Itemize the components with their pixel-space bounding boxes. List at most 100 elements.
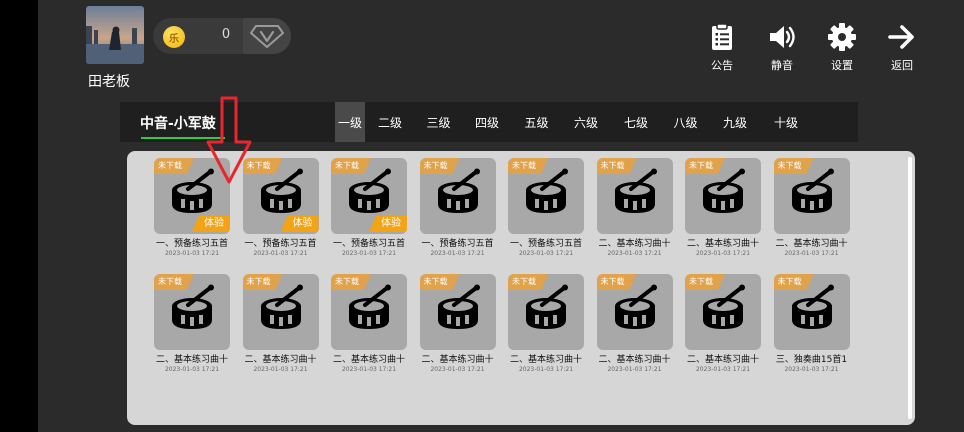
song-title: 二、基本练习曲十 bbox=[598, 239, 671, 249]
snare-drum-icon bbox=[703, 168, 745, 213]
song-title: 一、预备练习五首 bbox=[509, 239, 582, 249]
avatar-image bbox=[86, 6, 144, 64]
song-card[interactable]: 未下载 体验一、预备练习五首 2023-01-03 17:21 bbox=[329, 158, 409, 257]
action-label: 公告 bbox=[711, 59, 733, 72]
song-date: 2023-01-03 17:21 bbox=[784, 250, 839, 257]
scrollbar[interactable] bbox=[908, 157, 912, 419]
song-card[interactable]: 未下载 二、基本练习曲十 2023-01-03 17:21 bbox=[329, 274, 409, 373]
song-thumbnail[interactable]: 未下载 bbox=[419, 158, 496, 234]
level-tab[interactable]: 一级 bbox=[335, 102, 365, 142]
song-title: 二、基本练习曲十 bbox=[686, 355, 759, 365]
song-date: 2023-01-03 17:21 bbox=[518, 366, 574, 373]
action-label: 静音 bbox=[771, 59, 793, 72]
level-tab[interactable]: 十级 bbox=[760, 102, 812, 142]
category-title[interactable]: 中音-小军鼓 bbox=[140, 113, 216, 133]
snare-drum-icon bbox=[703, 284, 745, 329]
level-tab[interactable]: 七级 bbox=[611, 102, 661, 142]
wallet-pill[interactable]: 乐 0 bbox=[153, 18, 291, 54]
action-label: 设置 bbox=[831, 59, 853, 72]
song-thumbnail[interactable]: 未下载 bbox=[596, 274, 673, 350]
song-title: 二、基本练习曲十 bbox=[598, 355, 671, 365]
mute-button[interactable]: 静音 bbox=[752, 22, 812, 73]
song-card[interactable]: 未下载 一、预备练习五首 2023-01-03 17:21 bbox=[418, 158, 498, 257]
song-card[interactable]: 未下载二、基本练习曲十 2023-01-03 17:21 bbox=[241, 274, 321, 373]
category-underline bbox=[141, 137, 225, 139]
settings-button[interactable]: 设置 bbox=[812, 22, 872, 73]
song-card[interactable]: 未下载 二、基本练习曲十 2023-01-03 17:21 bbox=[152, 274, 232, 373]
song-title: 二、基本练习曲十 bbox=[421, 355, 494, 365]
arrow-right-icon bbox=[888, 25, 914, 49]
song-title: 二、基本练习曲十 bbox=[509, 355, 582, 365]
song-thumbnail[interactable]: 未下载 bbox=[596, 158, 673, 234]
coin-icon: 乐 bbox=[163, 26, 185, 48]
level-tab[interactable]: 三级 bbox=[415, 102, 462, 142]
song-title: 二、基本练习曲十 bbox=[686, 239, 759, 249]
song-thumbnail[interactable]: 未下载 bbox=[331, 274, 407, 350]
level-tab[interactable]: 五级 bbox=[512, 102, 561, 142]
action-label: 返回 bbox=[891, 59, 913, 72]
snare-drum-icon bbox=[526, 168, 568, 213]
song-date: 2023-01-03 17:21 bbox=[253, 250, 308, 257]
snare-drum-icon bbox=[526, 284, 568, 329]
song-card[interactable]: 未下载二、基本练习曲十 2023-01-03 17:21 bbox=[595, 274, 675, 373]
song-card[interactable]: 未下载三、独奏曲15首1 2023-01-03 17:21 bbox=[772, 274, 852, 373]
snare-drum-icon bbox=[614, 284, 657, 329]
snare-drum-icon bbox=[260, 284, 303, 329]
song-thumbnail[interactable]: 未下载 bbox=[685, 158, 761, 234]
gear-icon bbox=[828, 23, 856, 51]
song-card[interactable]: 未下载 二、基本练习曲十 2023-01-03 17:21 bbox=[418, 274, 498, 373]
vip-diamond-icon bbox=[250, 25, 284, 48]
level-tab[interactable]: 六级 bbox=[561, 102, 611, 142]
song-date: 2023-01-03 17:21 bbox=[253, 366, 308, 373]
song-thumbnail[interactable]: 未下载 体验 bbox=[331, 158, 407, 234]
song-card[interactable]: 未下载 体验一、预备练习五首 2023-01-03 17:21 bbox=[241, 158, 321, 257]
song-date: 2023-01-03 17:21 bbox=[341, 366, 397, 373]
song-date: 2023-01-03 17:21 bbox=[607, 366, 662, 373]
song-title: 二、基本练习曲十 bbox=[775, 239, 848, 249]
top-actions: 公告 静音 设置 返回 bbox=[692, 22, 932, 73]
speaker-icon bbox=[770, 26, 795, 48]
announcement-button[interactable]: 公告 bbox=[692, 22, 752, 73]
song-card[interactable]: 未下载二、基本练习曲十 2023-01-03 17:21 bbox=[506, 274, 586, 373]
song-date: 2023-01-03 17:21 bbox=[784, 366, 839, 373]
snare-drum-icon bbox=[260, 168, 303, 213]
username: 田老板 bbox=[88, 74, 130, 90]
song-title: 二、基本练习曲十 bbox=[244, 355, 317, 365]
back-button[interactable]: 返回 bbox=[872, 22, 932, 73]
song-card[interactable]: 未下载 二、基本练习曲十 2023-01-03 17:21 bbox=[683, 158, 763, 257]
song-thumbnail[interactable]: 未下载 bbox=[242, 274, 319, 350]
snare-drum-icon bbox=[437, 284, 480, 329]
song-card[interactable]: 未下载二、基本练习曲十 2023-01-03 17:21 bbox=[772, 158, 852, 257]
song-card[interactable]: 未下载 二、基本练习曲十 2023-01-03 17:21 bbox=[595, 158, 675, 257]
snare-drum-icon bbox=[437, 168, 480, 213]
song-date: 2023-01-03 17:21 bbox=[695, 366, 751, 373]
song-date: 2023-01-03 17:21 bbox=[341, 250, 397, 257]
song-card[interactable]: 未下载 体验 一、预备练习五首 2023-01-03 17:21 bbox=[152, 158, 232, 257]
song-thumbnail[interactable]: 未下载 bbox=[773, 158, 850, 234]
snare-drum-icon bbox=[349, 168, 391, 213]
level-tab[interactable]: 二级 bbox=[365, 102, 415, 142]
song-thumbnail[interactable]: 未下载 体验 bbox=[154, 158, 230, 234]
song-thumbnail[interactable]: 未下载 bbox=[419, 274, 496, 350]
song-thumbnail[interactable]: 未下载 bbox=[508, 274, 584, 350]
level-tab[interactable]: 四级 bbox=[462, 102, 512, 142]
level-tab-bar: 中音-小军鼓 一级 二级 三级 四级 五级 六级 七级 八级 九级 十级 bbox=[120, 102, 858, 142]
song-title: 三、独奏曲15首1 bbox=[775, 355, 848, 365]
song-card[interactable]: 未下载一、预备练习五首 2023-01-03 17:21 bbox=[506, 158, 586, 257]
song-card[interactable]: 未下载二、基本练习曲十 2023-01-03 17:21 bbox=[683, 274, 763, 373]
snare-drum-icon bbox=[791, 284, 834, 329]
song-date: 2023-01-03 17:21 bbox=[518, 250, 574, 257]
snare-drum-icon bbox=[172, 284, 214, 329]
song-thumbnail[interactable]: 未下载 体验 bbox=[242, 158, 319, 234]
app-window: 田老板 乐 0 公告 静音 设置 返回 中音-小军鼓 一级 二级 三级 四级 五… bbox=[38, 0, 964, 432]
song-title: 一、预备练习五首 bbox=[332, 239, 405, 249]
song-thumbnail[interactable]: 未下载 bbox=[773, 274, 850, 350]
level-tab[interactable]: 九级 bbox=[710, 102, 760, 142]
avatar[interactable] bbox=[86, 6, 144, 64]
level-tab[interactable]: 八级 bbox=[661, 102, 710, 142]
song-title: 一、预备练习五首 bbox=[244, 239, 317, 249]
song-thumbnail[interactable]: 未下载 bbox=[685, 274, 761, 350]
vip-button[interactable] bbox=[243, 18, 291, 54]
song-thumbnail[interactable]: 未下载 bbox=[154, 274, 230, 350]
song-thumbnail[interactable]: 未下载 bbox=[508, 158, 584, 234]
